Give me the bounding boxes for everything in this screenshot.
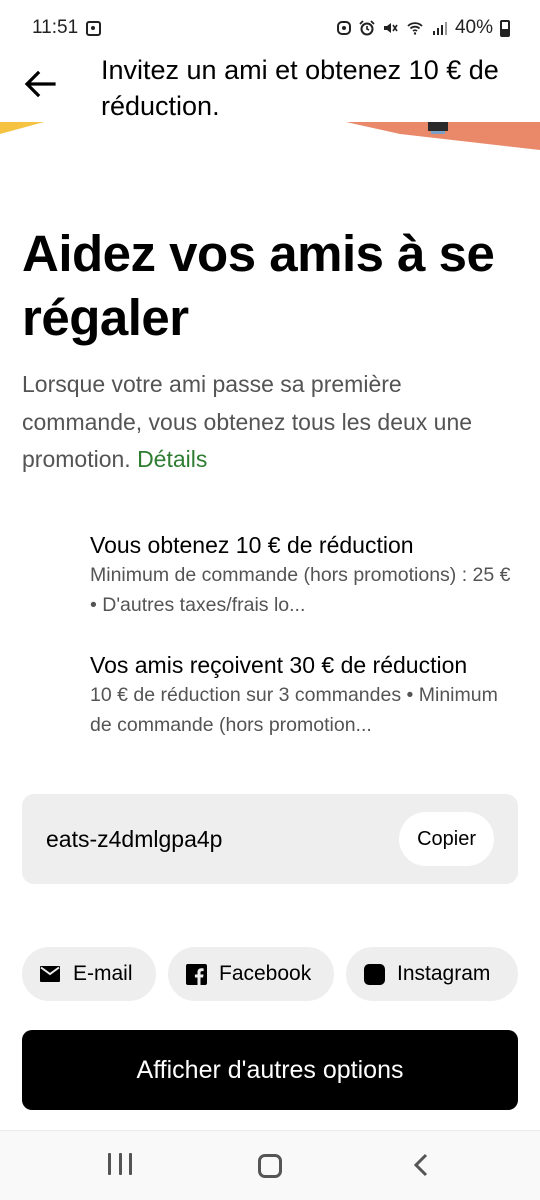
alarm-icon [359, 20, 375, 36]
details-link[interactable]: Détails [137, 446, 207, 472]
share-facebook-label: Facebook [219, 962, 312, 985]
wifi-icon [407, 22, 423, 35]
app-notification-icon [86, 20, 102, 36]
battery-percent: 40% [454, 17, 493, 38]
page-title: Invitez un ami et obtenez 10 € de réduct… [101, 55, 499, 121]
status-time: 11:51 [32, 17, 79, 38]
banner-illustration [0, 122, 540, 150]
reward-title: Vous obtenez 10 € de réduction [90, 532, 414, 558]
reward-title: Vos amis reçoivent 30 € de réduction [90, 652, 468, 678]
status-right: 40% [336, 17, 510, 39]
system-nav-bar [0, 1130, 540, 1200]
back-arrow-icon [24, 70, 56, 98]
back-button[interactable] [22, 66, 58, 102]
share-facebook-button[interactable]: Facebook [168, 947, 334, 1001]
data-saver-icon [336, 21, 351, 35]
reward-item: Vos amis reçoivent 30 € de réduction 10 … [90, 650, 520, 740]
referral-code-box: eats-z4dmlgpa4p Copier [22, 794, 518, 884]
hero-description-text: Lorsque votre ami passe sa première comm… [22, 371, 473, 472]
copy-button[interactable]: Copier [399, 812, 494, 866]
battery-icon [500, 19, 510, 37]
share-instagram-label: Instagram [397, 962, 491, 985]
referral-screen: 11:51 40% Invitez un ami et obtenez 10 €… [0, 0, 540, 1200]
facebook-icon [185, 963, 207, 985]
reward-item: Vous obtenez 10 € de réduction Minimum d… [90, 530, 520, 620]
share-email-button[interactable]: E-mail [22, 947, 156, 1001]
hero-description: Lorsque votre ami passe sa première comm… [22, 366, 522, 479]
nav-recents-icon[interactable] [108, 1153, 132, 1177]
mute-icon [383, 23, 398, 33]
nav-back-icon[interactable] [408, 1151, 436, 1179]
header: Invitez un ami et obtenez 10 € de réduct… [0, 46, 540, 122]
share-email-label: E-mail [73, 962, 133, 985]
more-options-button[interactable]: Afficher d'autres options [22, 1030, 518, 1110]
share-instagram-button[interactable]: Instagram [346, 947, 518, 1001]
status-left: 11:51 [32, 17, 102, 39]
reward-text: Minimum de commande (hors promotions) : … [90, 564, 511, 616]
reward-text: 10 € de réduction sur 3 commandes • Mini… [90, 684, 498, 736]
referral-code: eats-z4dmlgpa4p [46, 825, 223, 852]
signal-icon [432, 22, 447, 35]
nav-home-icon[interactable] [258, 1154, 282, 1178]
hero-title: Aidez vos amis à se régaler [22, 225, 495, 346]
share-options: E-mail Facebook Instagram [22, 947, 518, 1001]
mail-icon [39, 963, 61, 985]
instagram-icon [363, 963, 385, 985]
